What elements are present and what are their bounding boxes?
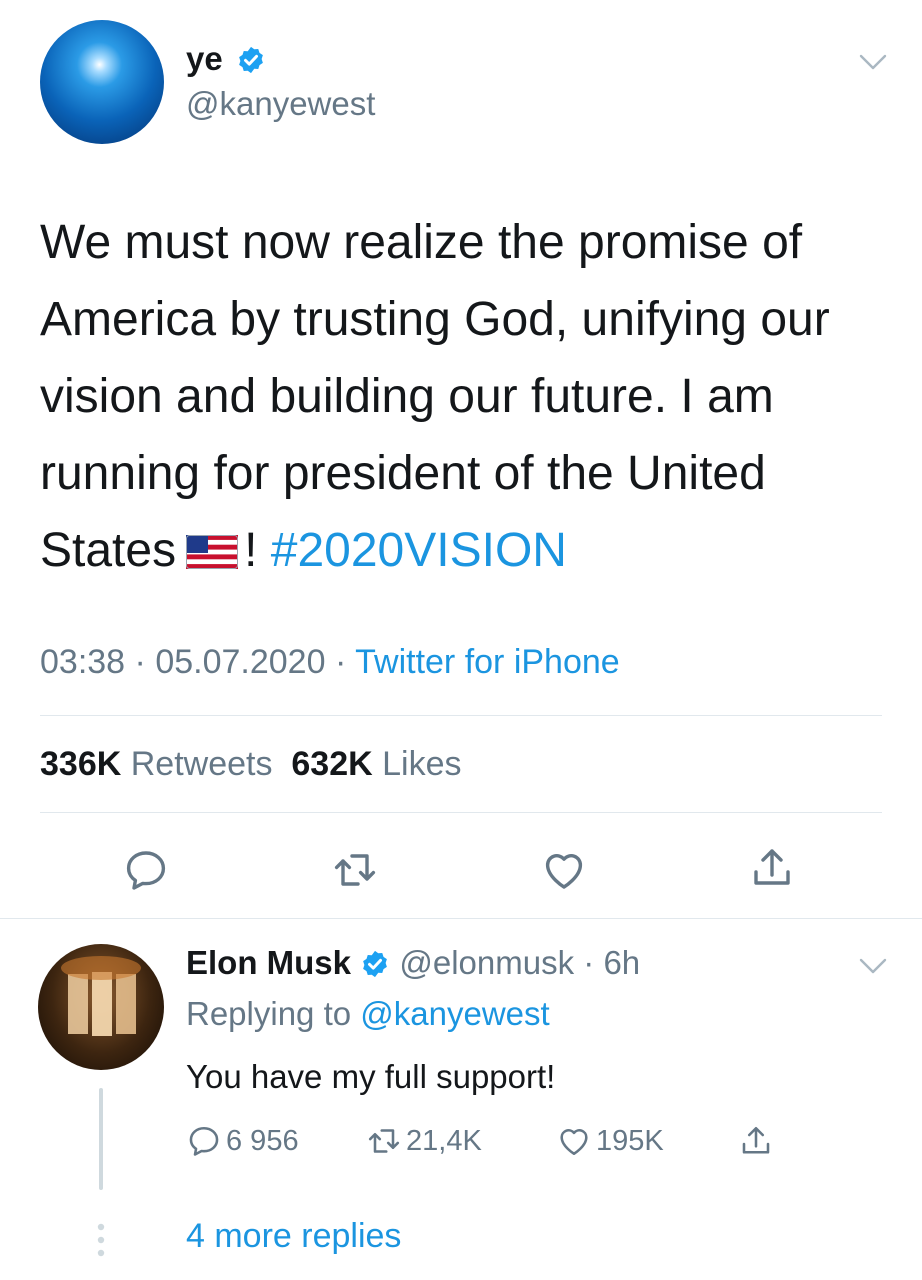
tweet-source-link[interactable]: Twitter for iPhone [355, 643, 620, 681]
heart-icon[interactable] [540, 846, 588, 894]
verified-badge-icon [363, 950, 388, 978]
thread-line [99, 1088, 103, 1190]
retweets-label: Retweets [130, 745, 273, 783]
replying-handle-link[interactable]: @kanyewest [360, 995, 549, 1032]
reply-author-name[interactable]: Elon Musk [186, 944, 351, 981]
more-replies-link[interactable]: 4 more replies [186, 1217, 401, 1256]
reply-like-button[interactable]: 195K [556, 1121, 664, 1161]
reply-author-handle[interactable]: @elonmusk [399, 944, 574, 981]
thread-dots-icon [97, 1223, 105, 1257]
tweet-text: We must now realize the promise of Ameri… [40, 204, 900, 589]
author-name[interactable]: ye [186, 40, 223, 78]
heart-icon [560, 1129, 588, 1156]
likes-label: Likes [382, 745, 462, 783]
divider [40, 812, 882, 813]
meta-separator: · [583, 944, 595, 981]
retweet-icon [368, 1129, 400, 1153]
divider [40, 715, 882, 716]
avatar-elon[interactable] [38, 944, 164, 1070]
retweet-count: 21,4K [406, 1124, 482, 1157]
tweet-time: 03:38 [40, 643, 126, 681]
retweet-icon[interactable] [331, 846, 379, 894]
tweet-text-body: We must now realize the promise of Ameri… [40, 216, 830, 577]
reply-icon[interactable] [122, 846, 170, 894]
reply-header: Elon Musk @elonmusk · 6h [186, 944, 640, 982]
reply-text: You have my full support! [186, 1058, 556, 1095]
tweet-date: 05.07.2020 [155, 643, 326, 681]
tweet-meta: 03:38 · 05.07.2020 · Twitter for iPhone [40, 643, 620, 682]
reply-share-button[interactable] [738, 1121, 778, 1161]
replying-label: Replying to [186, 995, 352, 1032]
reply-retweet-button[interactable]: 21,4K [366, 1121, 482, 1161]
tweet-text-exclamation: ! [244, 524, 258, 577]
hashtag-link[interactable]: #2020VISION [271, 524, 567, 577]
retweets-count: 336K [40, 745, 122, 783]
verified-badge-icon [239, 46, 263, 74]
chevron-down-icon[interactable] [858, 956, 888, 976]
reply-count: 6 956 [226, 1124, 299, 1157]
retweets-stat[interactable]: 336K Retweets [40, 745, 272, 783]
meta-separator: · [134, 643, 146, 681]
avatar-image [61, 956, 141, 1036]
avatar-ye[interactable] [40, 20, 164, 144]
tweet-stats: 336K Retweets 632K Likes [40, 745, 461, 784]
us-flag-icon [186, 535, 239, 569]
share-icon[interactable] [748, 844, 796, 892]
replying-to: Replying to @kanyewest [186, 995, 550, 1033]
like-count: 195K [596, 1124, 664, 1157]
likes-stat[interactable]: 632K Likes [291, 745, 461, 783]
reply-reply-button[interactable]: 6 956 [186, 1121, 299, 1161]
section-divider [0, 918, 922, 919]
share-icon [742, 1126, 770, 1154]
reply-icon [189, 1126, 219, 1156]
author-handle[interactable]: @kanyewest [186, 85, 375, 123]
reply-age: 6h [603, 944, 641, 981]
meta-separator: · [334, 643, 347, 681]
likes-count: 632K [291, 745, 373, 783]
chevron-down-icon[interactable] [858, 52, 888, 72]
